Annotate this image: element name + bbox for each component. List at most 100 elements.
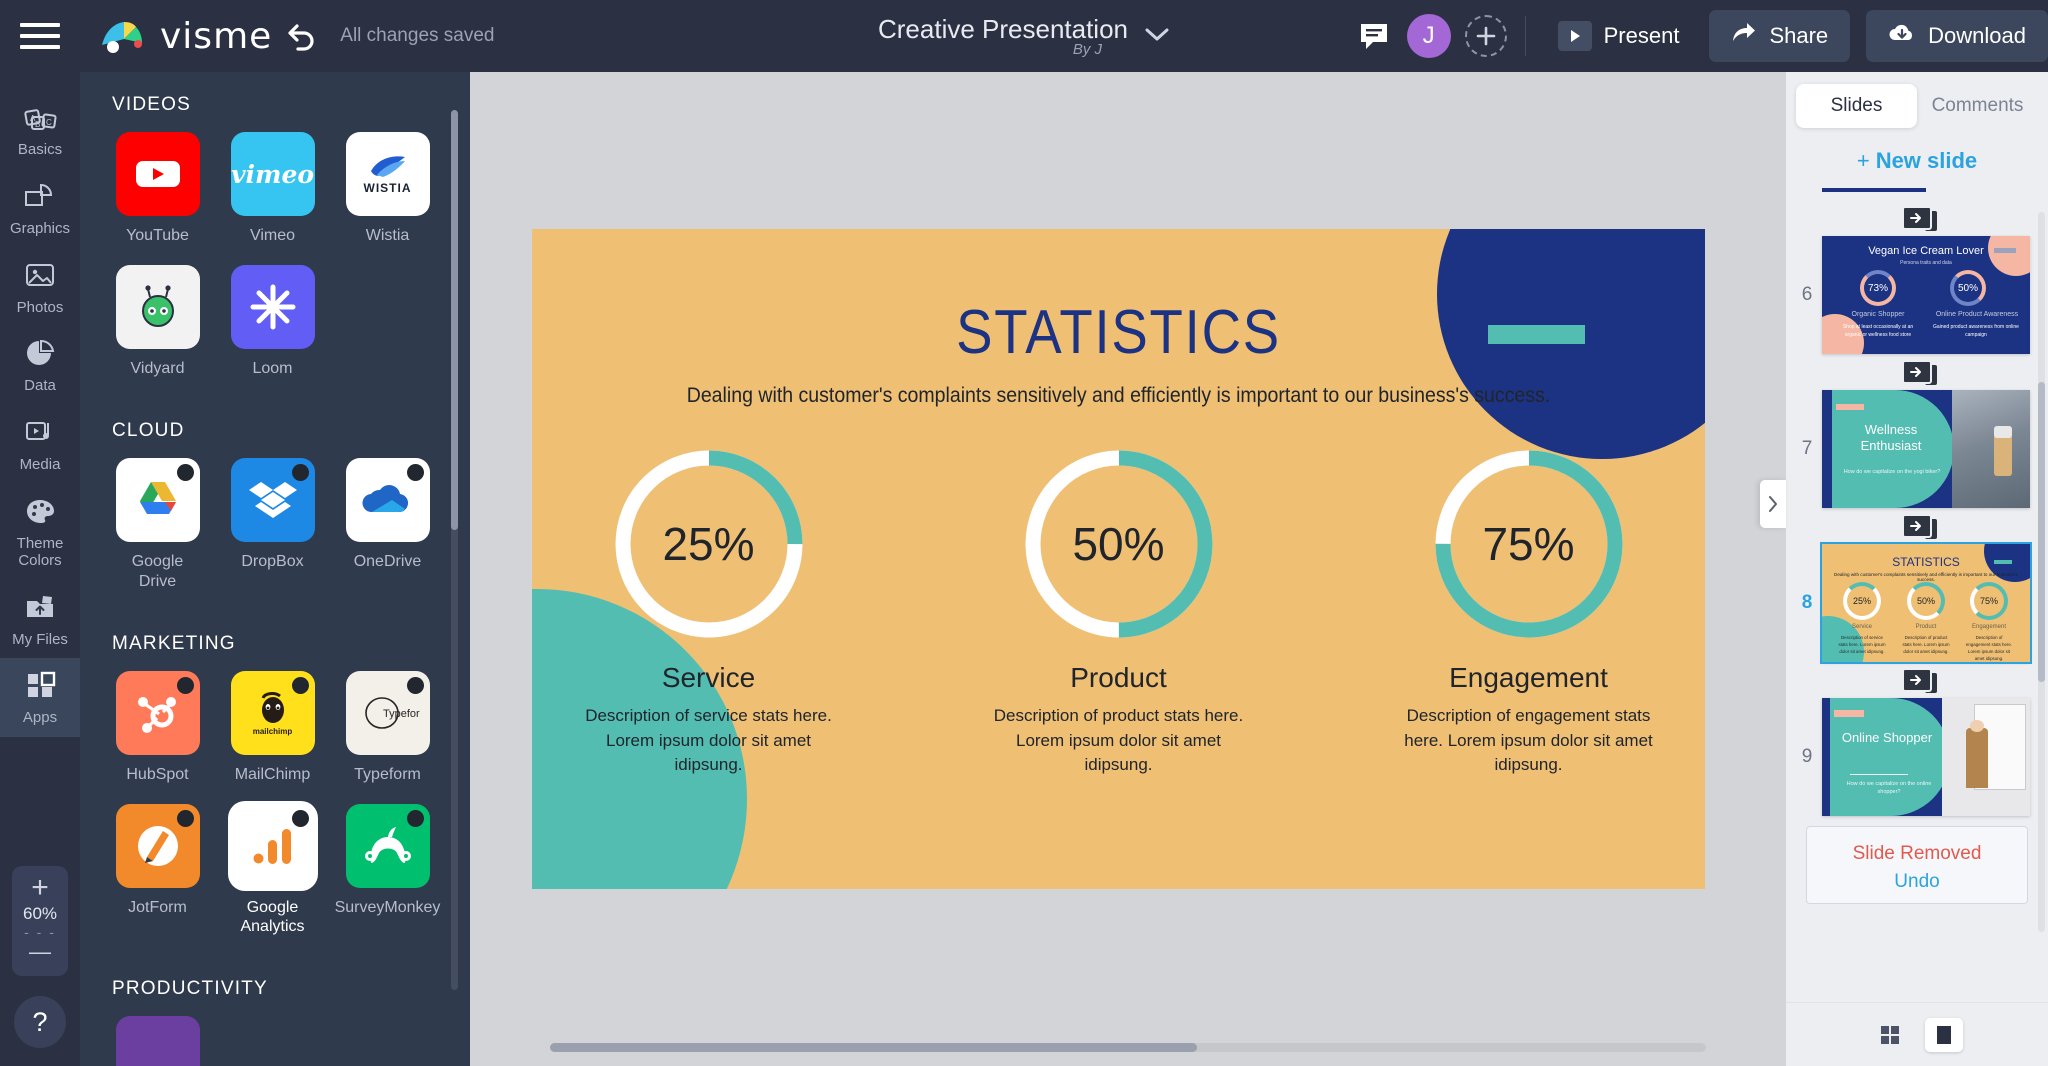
chevron-down-icon[interactable]	[1144, 26, 1170, 47]
grid-view-icon[interactable]	[1871, 1018, 1909, 1052]
present-label: Present	[1603, 23, 1680, 48]
duplicate-slide-button[interactable]	[1792, 360, 2042, 385]
thumb-stat-desc: Description of engagement stats here. Lo…	[1965, 635, 2013, 662]
zoom-slider[interactable]: - - -	[24, 925, 56, 939]
sidebar-item-theme-colors[interactable]: Theme Colors	[0, 484, 80, 580]
placeholder-icon	[115, 1016, 200, 1066]
app-vimeo[interactable]: vimeo Vimeo	[227, 132, 318, 245]
donut-chart-product: 50%	[1019, 444, 1219, 644]
panel-collapse-toggle[interactable]	[1760, 480, 1786, 528]
tab-comments[interactable]: Comments	[1917, 84, 2038, 128]
app-label: Typeform	[354, 765, 421, 783]
slide-editor[interactable]: STATISTICS Dealing with customer's compl…	[532, 229, 1705, 889]
slides-panel-footer	[1786, 1002, 2048, 1066]
app-placeholder[interactable]	[112, 1016, 203, 1066]
slide-subtitle[interactable]: Dealing with customer's complaints sensi…	[573, 384, 1664, 408]
stat-product[interactable]: 50% Product Description of product stats…	[969, 444, 1269, 778]
apps-grid-icon	[24, 670, 56, 705]
list-view-icon[interactable]	[1925, 1017, 1963, 1052]
sidebar-item-label: Theme Colors	[16, 534, 64, 569]
present-button[interactable]: Present	[1544, 11, 1694, 61]
duplicate-slide-button[interactable]	[1792, 206, 2042, 231]
page-title[interactable]: STATISTICS	[602, 297, 1634, 368]
app-google-drive[interactable]: Google Drive	[112, 458, 203, 590]
app-youtube[interactable]: YouTube	[112, 132, 203, 245]
app-vidyard[interactable]: Vidyard	[112, 265, 203, 378]
panel-tabs: Slides Comments	[1786, 72, 2048, 128]
thumb-partial[interactable]	[1822, 188, 2030, 200]
new-slide-button[interactable]: + New slide	[1786, 128, 2048, 188]
apps-panel-scrollbar[interactable]	[451, 110, 458, 990]
app-google-analytics[interactable]: Google Analytics	[227, 803, 318, 936]
stat-label: Service	[661, 662, 756, 693]
app-typeform[interactable]: Typeform Typeform	[342, 670, 433, 784]
slide-thumb[interactable]: Wellness Enthusiast How do we capitalize…	[1822, 390, 2030, 508]
sidebar-item-label: Photos	[16, 298, 64, 316]
visme-logo[interactable]: visme	[100, 16, 272, 57]
slide-thumbnail-8[interactable]: 8 STATISTICS Dealing with customer's com…	[1792, 542, 2042, 664]
thumb-stat-label: Organic Shopper	[1851, 311, 1905, 318]
undo-remove-link[interactable]: Undo	[1813, 871, 2021, 893]
slide-thumbnail-9[interactable]: 9 Online Shopper How do we capitalize on…	[1792, 698, 2042, 816]
slide-thumbnail-7[interactable]: 7 Wellness Enthusiast How do we capitali…	[1792, 390, 2042, 508]
help-button[interactable]: ?	[14, 996, 66, 1048]
app-label: OneDrive	[353, 553, 422, 571]
thumb-donut: 50%	[1950, 270, 1986, 306]
app-label: Wistia	[365, 227, 410, 244]
sidebar-item-my-files[interactable]: My Files	[0, 580, 80, 659]
svg-text:Typeform: Typeform	[383, 708, 420, 720]
apps-group-cloud: Google Drive DropBox OneDrive	[112, 458, 442, 610]
canvas-horizontal-scrollbar[interactable]	[550, 1043, 1706, 1052]
thumb-stat-desc: Gained product awareness from online cam…	[1933, 324, 2019, 338]
app-wistia[interactable]: WISTIA Wistia	[342, 132, 433, 245]
thumb-subtitle: Persona traits and data	[1900, 260, 1952, 266]
app-mailchimp[interactable]: mailchimp MailChimp	[227, 670, 318, 784]
app-hubspot[interactable]: HubSpot	[112, 670, 203, 784]
app-loom[interactable]: Loom	[227, 265, 318, 378]
undo-icon[interactable]	[284, 21, 318, 51]
premium-badge-icon	[176, 464, 194, 482]
apps-group-title: PRODUCTIVITY	[112, 978, 268, 1000]
slide-thumbnail-6[interactable]: 6 Vegan Ice Cream Lover Persona traits a…	[1792, 236, 2042, 354]
dropbox-icon	[230, 458, 315, 543]
thumb-title: Wellness Enthusiast	[1860, 422, 1922, 454]
slide-canvas-area[interactable]: STATISTICS Dealing with customer's compl…	[470, 72, 1786, 1066]
sidebar-item-media[interactable]: Media	[0, 405, 80, 484]
slides-panel-scrollbar[interactable]	[2038, 212, 2045, 932]
sidebar-item-photos[interactable]: Photos	[0, 248, 80, 327]
app-dropbox[interactable]: DropBox	[227, 458, 318, 590]
slide-thumb[interactable]: Online Shopper How do we capitalize on t…	[1822, 698, 2030, 816]
sidebar-item-apps[interactable]: Apps	[0, 658, 80, 738]
app-surveymonkey[interactable]: SurveyMonkey	[335, 803, 440, 936]
palette-icon	[23, 496, 57, 531]
duplicate-slide-button[interactable]	[1792, 514, 2042, 539]
sidebar-item-data[interactable]: Data	[0, 326, 80, 405]
mailchimp-icon: mailchimp	[230, 670, 315, 755]
thumb-stat-label: Product	[1915, 624, 1937, 630]
avatar[interactable]: J	[1406, 14, 1451, 58]
sidebar-item-graphics[interactable]: Graphics	[0, 169, 80, 248]
tab-slides[interactable]: Slides	[1796, 84, 1917, 128]
download-button[interactable]: Download	[1866, 10, 2048, 62]
app-jotform[interactable]: JotForm	[112, 803, 203, 936]
duplicate-slide-button[interactable]	[1792, 668, 2042, 693]
app-onedrive[interactable]: OneDrive	[342, 458, 433, 590]
premium-badge-icon	[291, 809, 309, 827]
add-user-icon[interactable]	[1464, 15, 1507, 57]
slide-thumb[interactable]: Vegan Ice Cream Lover Persona traits and…	[1822, 236, 2030, 354]
donut-chart-service: 25%	[609, 444, 809, 644]
donut-value: 75%	[1482, 518, 1575, 570]
comment-icon[interactable]	[1347, 9, 1401, 63]
thumb-donut: 75%	[1970, 582, 2008, 620]
stat-engagement[interactable]: 75% Engagement Description of engagement…	[1379, 444, 1679, 778]
share-button[interactable]: Share	[1709, 10, 1851, 62]
stat-service[interactable]: 25% Service Description of service stats…	[559, 444, 859, 778]
slide-thumbnail-list[interactable]: 6 Vegan Ice Cream Lover Persona traits a…	[1786, 188, 2048, 1008]
zoom-in-button[interactable]: +	[31, 873, 49, 903]
folder-upload-icon	[23, 592, 57, 627]
sidebar-item-basics[interactable]: A B C Basics	[0, 90, 80, 169]
download-cloud-icon	[1888, 22, 1916, 50]
zoom-out-button[interactable]: —	[29, 940, 51, 964]
hamburger-menu-icon[interactable]	[0, 0, 80, 72]
slide-thumb[interactable]: STATISTICS Dealing with customer's compl…	[1820, 542, 2032, 664]
